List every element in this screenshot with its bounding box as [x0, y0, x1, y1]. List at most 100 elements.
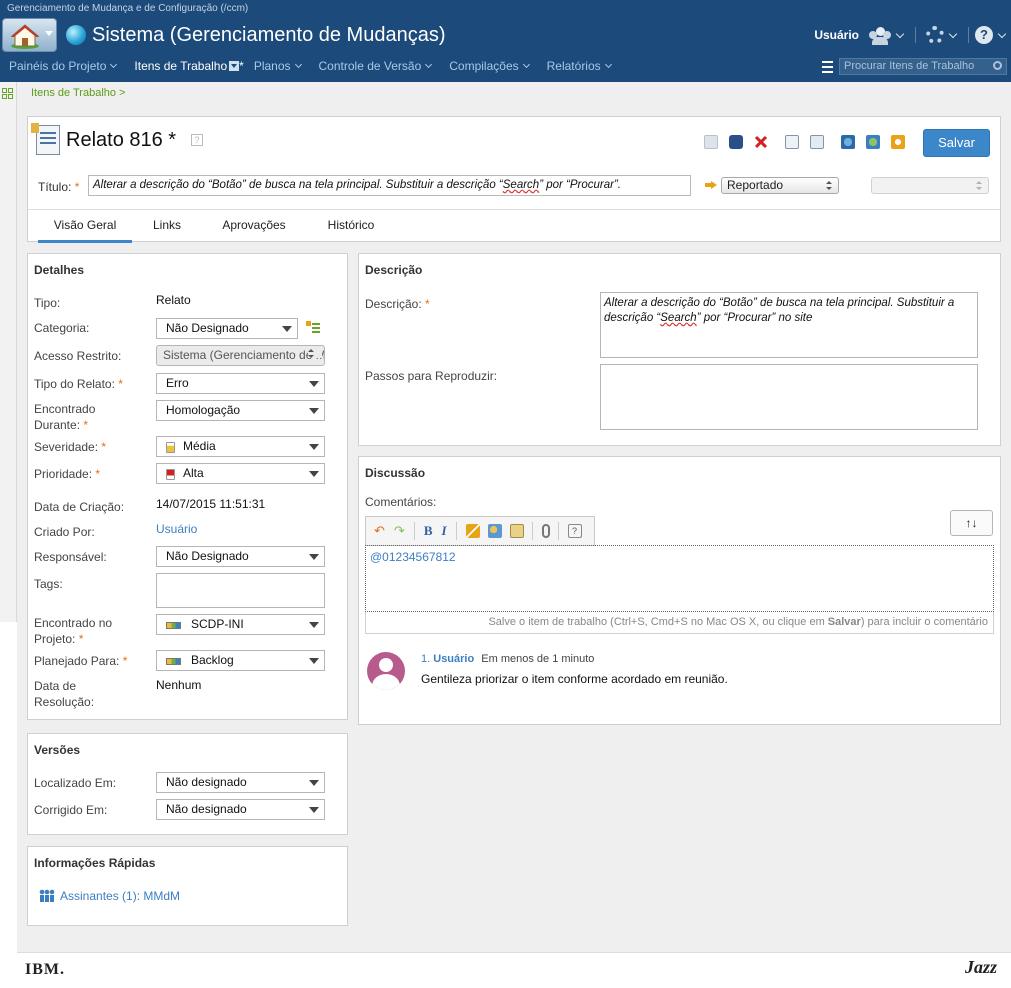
responsavel-select[interactable]: Não Designado [156, 546, 325, 567]
list-icon[interactable] [822, 60, 833, 73]
tipo-label: Tipo: [34, 296, 61, 310]
quick-info-panel: Informações Rápidas Assinantes (1): MMdM [27, 846, 348, 926]
arrow-right-icon [705, 181, 717, 189]
italic-icon[interactable]: I [441, 523, 446, 539]
planejado-select[interactable]: Backlog [156, 650, 325, 671]
bold-icon[interactable]: B [424, 523, 433, 539]
encontrado-select[interactable]: Homologação [156, 400, 325, 421]
top-banner: Gerenciamento de Mudança e de Configuraç… [0, 0, 1011, 82]
refresh-icon[interactable] [891, 135, 905, 149]
description-title: Descrição [365, 263, 423, 277]
link-icon[interactable] [841, 135, 855, 149]
people-icon[interactable] [869, 26, 891, 45]
print-icon[interactable] [704, 135, 718, 149]
nav-source-control[interactable]: Controle de Versão [319, 59, 433, 73]
priority-icon [166, 469, 175, 480]
tab-links[interactable]: Links [142, 210, 192, 243]
sort-comments-button[interactable]: ↑↓ [950, 510, 993, 536]
nav-project-dashboards[interactable]: Painéis do Projeto [9, 59, 118, 73]
work-item-header: Relato 816 * ? Salvar Título: * Alterar … [27, 116, 1001, 243]
criado-label: Criado Por: [34, 525, 95, 539]
breadcrumb[interactable]: Itens de Trabalho > [31, 87, 125, 99]
prioridade-select[interactable]: Alta [156, 463, 325, 484]
tab-overview[interactable]: Visão Geral [38, 210, 132, 243]
localizado-label: Localizado Em: [34, 776, 117, 790]
comment-input[interactable]: @01234567812 [365, 545, 994, 612]
acesso-label: Acesso Restrito: [34, 349, 122, 363]
tab-approvals[interactable]: Aprovações [212, 210, 296, 243]
tipo-value: Relato [156, 293, 191, 307]
comment-author-link[interactable]: Usuário [433, 653, 474, 665]
attach-note-icon[interactable] [509, 524, 524, 538]
grid-icon[interactable] [2, 88, 14, 100]
chevron-down-icon[interactable] [229, 61, 240, 71]
details-title: Detalhes [34, 263, 85, 277]
tags-input[interactable] [156, 573, 325, 608]
mention-icon[interactable] [487, 524, 502, 538]
steps-label: Passos para Reproduzir: [365, 369, 498, 383]
nav-work-items[interactable]: Itens de Trabalho * [134, 59, 243, 73]
subscribers-link[interactable]: Assinantes (1): MMdM [60, 889, 180, 903]
title-field[interactable]: Alterar a descrição do “Botão” de busca … [88, 175, 691, 196]
search-input[interactable]: Procurar Itens de Trabalho [839, 58, 1007, 75]
nav-builds[interactable]: Compilações [449, 59, 530, 73]
chevron-down-icon[interactable] [997, 29, 1007, 38]
tags-label: Tags: [34, 577, 63, 591]
camera-icon[interactable] [729, 135, 743, 149]
help-icon[interactable]: ? [567, 524, 582, 538]
severidade-label: Severidade: * [34, 440, 107, 454]
tipo-relato-label: Tipo do Relato: * [34, 377, 123, 391]
editor-toolbar: ↶ ↷ B I ? [365, 516, 595, 546]
gear-icon[interactable] [926, 26, 944, 44]
undo-icon[interactable]: ↶ [374, 523, 385, 539]
nav-search-area: Procurar Itens de Trabalho [822, 58, 1007, 75]
chevron-down-icon [45, 31, 53, 36]
tab-history[interactable]: Histórico [316, 210, 386, 243]
link-icon[interactable] [465, 524, 480, 538]
state-select[interactable]: Reportado [721, 177, 839, 194]
help-icon[interactable]: ? [191, 134, 203, 146]
discussion-title: Discussão [365, 466, 426, 480]
user-area: Usuário ? [814, 22, 1011, 48]
severity-icon [166, 442, 175, 453]
copy-icon[interactable] [810, 135, 824, 149]
subscribe-icon[interactable] [866, 135, 880, 149]
chevron-down-icon[interactable] [895, 29, 905, 38]
help-icon[interactable]: ? [975, 26, 993, 44]
corrigido-select[interactable]: Não designado [156, 799, 325, 820]
resolucao-label: Data de Resolução: [34, 679, 95, 709]
home-menu-button[interactable] [2, 18, 57, 52]
categoria-select[interactable]: Não Designado [156, 318, 298, 339]
description-field[interactable]: Alterar a descrição do “Botão” de busca … [600, 292, 978, 358]
localizado-select[interactable]: Não designado [156, 772, 325, 793]
redo-icon[interactable]: ↷ [394, 523, 405, 539]
tipo-relato-select[interactable]: Erro [156, 373, 325, 394]
description-label: Descrição: * [365, 297, 430, 311]
avatar [367, 652, 405, 690]
paperclip-icon[interactable] [541, 524, 550, 538]
search-icon[interactable] [993, 61, 1002, 70]
nav-plans[interactable]: Planos [254, 59, 302, 73]
encontrado-label: Encontrado Durante: * [34, 402, 96, 432]
severidade-select[interactable]: Média [156, 436, 325, 457]
nav-reports[interactable]: Relatórios [547, 59, 612, 73]
responsavel-label: Responsável: [34, 550, 107, 564]
corrigido-label: Corrigido Em: [34, 803, 108, 817]
project-title[interactable]: Sistema (Gerenciamento de Mudanças) [92, 24, 446, 47]
project-area-icon [66, 25, 86, 45]
criado-por-link[interactable]: Usuário [156, 522, 197, 536]
delete-icon[interactable] [754, 135, 768, 149]
prioridade-label: Prioridade: * [34, 467, 101, 481]
updown-icon [976, 181, 982, 190]
category-tree-icon[interactable] [306, 321, 320, 335]
duplicate-icon[interactable] [785, 135, 799, 149]
steps-field[interactable] [600, 364, 978, 430]
action-select[interactable] [871, 177, 989, 194]
save-button[interactable]: Salvar [923, 129, 990, 157]
subscribers-icon [39, 889, 55, 902]
categoria-label: Categoria: [34, 321, 90, 335]
projeto-select[interactable]: SCDP-INI [156, 614, 325, 635]
chevron-down-icon[interactable] [948, 29, 958, 38]
acesso-select[interactable]: Sistema (Gerenciamento de Mudanças) [156, 345, 325, 366]
user-menu[interactable]: Usuário [814, 28, 859, 42]
